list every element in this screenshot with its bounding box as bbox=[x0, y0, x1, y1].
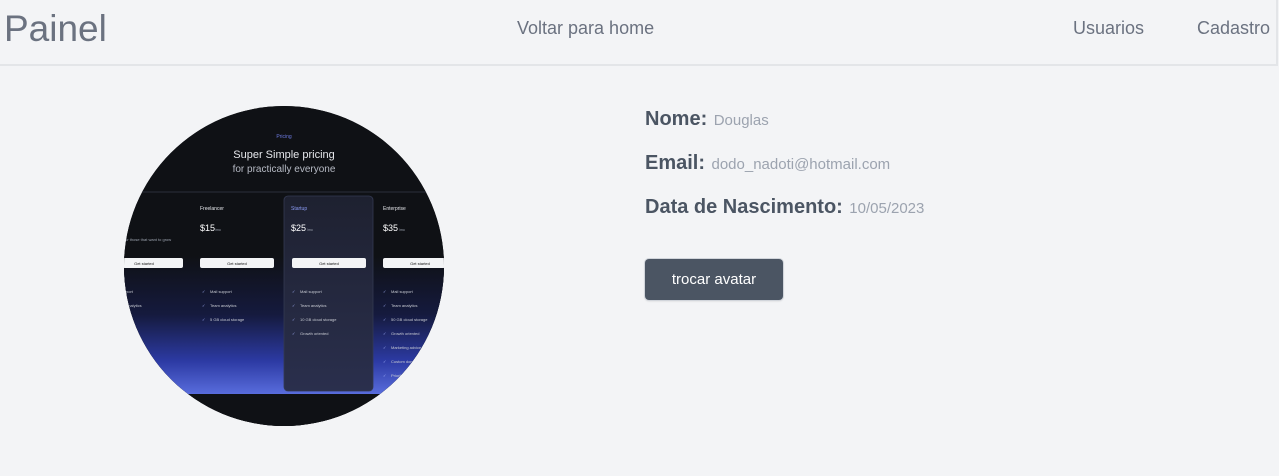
plan-feature: Mail support bbox=[300, 289, 323, 294]
avatar-pricing-image: Pricing Super Simple pricing for practic… bbox=[124, 106, 444, 426]
plan-cta: Get started bbox=[227, 261, 247, 266]
plan-period: /mo bbox=[307, 228, 313, 232]
plan-period: /mo bbox=[215, 228, 221, 232]
plan-feature: 5 GB cloud storage bbox=[210, 317, 245, 322]
svg-text:✓: ✓ bbox=[383, 317, 386, 322]
birthdate-value: 10/05/2023 bbox=[849, 200, 925, 217]
pricing-subheadline: for practically everyone bbox=[233, 164, 336, 175]
plan-feature: Team analytics bbox=[210, 303, 236, 308]
plan-feature: Marketing advice bbox=[391, 345, 422, 350]
partial-plan-cta: Get started bbox=[134, 261, 154, 266]
plan-feature: Growth oriented bbox=[391, 331, 419, 336]
plan-price: $15 bbox=[200, 223, 215, 233]
plan-feature: Team analytics bbox=[391, 303, 417, 308]
name-value: Douglas bbox=[713, 112, 769, 129]
birthdate-label: Data de Nascimento: bbox=[645, 196, 843, 218]
svg-text:✓: ✓ bbox=[383, 289, 386, 294]
profile-info: Nome: Douglas Email: dodo_nadoti@hotmail… bbox=[645, 108, 924, 240]
plan-cta: Get started bbox=[319, 261, 339, 266]
partial-plan-desc: for those that want to grow bbox=[124, 237, 171, 242]
avatar: Pricing Super Simple pricing for practic… bbox=[124, 106, 444, 426]
plan-name: Startup bbox=[291, 206, 307, 212]
name-row: Nome: Douglas bbox=[645, 108, 924, 152]
svg-text:✓: ✓ bbox=[292, 317, 295, 322]
svg-text:✓: ✓ bbox=[383, 345, 386, 350]
svg-text:✓: ✓ bbox=[292, 331, 295, 336]
birthdate-row: Data de Nascimento: 10/05/2023 bbox=[645, 196, 924, 240]
partial-feature: port bbox=[126, 289, 134, 294]
svg-text:✓: ✓ bbox=[383, 303, 386, 308]
nav-home-link[interactable]: Voltar para home bbox=[517, 18, 654, 39]
svg-text:✓: ✓ bbox=[292, 303, 295, 308]
change-avatar-button[interactable]: trocar avatar bbox=[645, 259, 783, 300]
svg-text:✓: ✓ bbox=[383, 359, 386, 364]
pricing-headline: Super Simple pricing bbox=[233, 149, 335, 161]
nav-register-link[interactable]: Cadastro bbox=[1197, 18, 1270, 39]
plan-feature: Custom domains bbox=[391, 359, 421, 364]
plan-feature: Mail support bbox=[210, 289, 233, 294]
plan-price: $25 bbox=[291, 223, 306, 233]
plan-feature: Priority support bbox=[391, 373, 419, 378]
plan-feature: 10 GB cloud storage bbox=[300, 317, 337, 322]
plan-cta: Get started bbox=[410, 261, 430, 266]
svg-text:✓: ✓ bbox=[292, 289, 295, 294]
brand-title[interactable]: Painel bbox=[4, 8, 107, 50]
plan-name: Freelancer bbox=[200, 206, 224, 212]
plan-feature: 50 GB cloud storage bbox=[391, 317, 428, 322]
plan-period: /mo bbox=[399, 228, 405, 232]
partial-feature: analytics bbox=[126, 303, 142, 308]
plan-feature: Mail support bbox=[391, 289, 414, 294]
svg-text:✓: ✓ bbox=[202, 303, 205, 308]
name-label: Nome: bbox=[645, 108, 708, 130]
email-value: dodo_nadoti@hotmail.com bbox=[711, 156, 891, 173]
svg-text:✓: ✓ bbox=[383, 331, 386, 336]
plan-feature: Growth oriented bbox=[300, 331, 328, 336]
svg-text:✓: ✓ bbox=[202, 289, 205, 294]
email-label: Email: bbox=[645, 152, 706, 174]
top-navbar: Painel Voltar para home Usuarios Cadastr… bbox=[0, 0, 1276, 66]
svg-text:✓: ✓ bbox=[202, 317, 205, 322]
email-row: Email: dodo_nadoti@hotmail.com bbox=[645, 152, 924, 196]
nav-users-link[interactable]: Usuarios bbox=[1073, 18, 1144, 39]
pricing-eyebrow: Pricing bbox=[276, 134, 292, 140]
plan-price: $35 bbox=[383, 223, 398, 233]
plan-name: Enterprise bbox=[383, 206, 406, 212]
svg-text:✓: ✓ bbox=[383, 373, 386, 378]
navbar-right-border bbox=[1276, 0, 1278, 66]
plan-feature: Team analytics bbox=[300, 303, 326, 308]
